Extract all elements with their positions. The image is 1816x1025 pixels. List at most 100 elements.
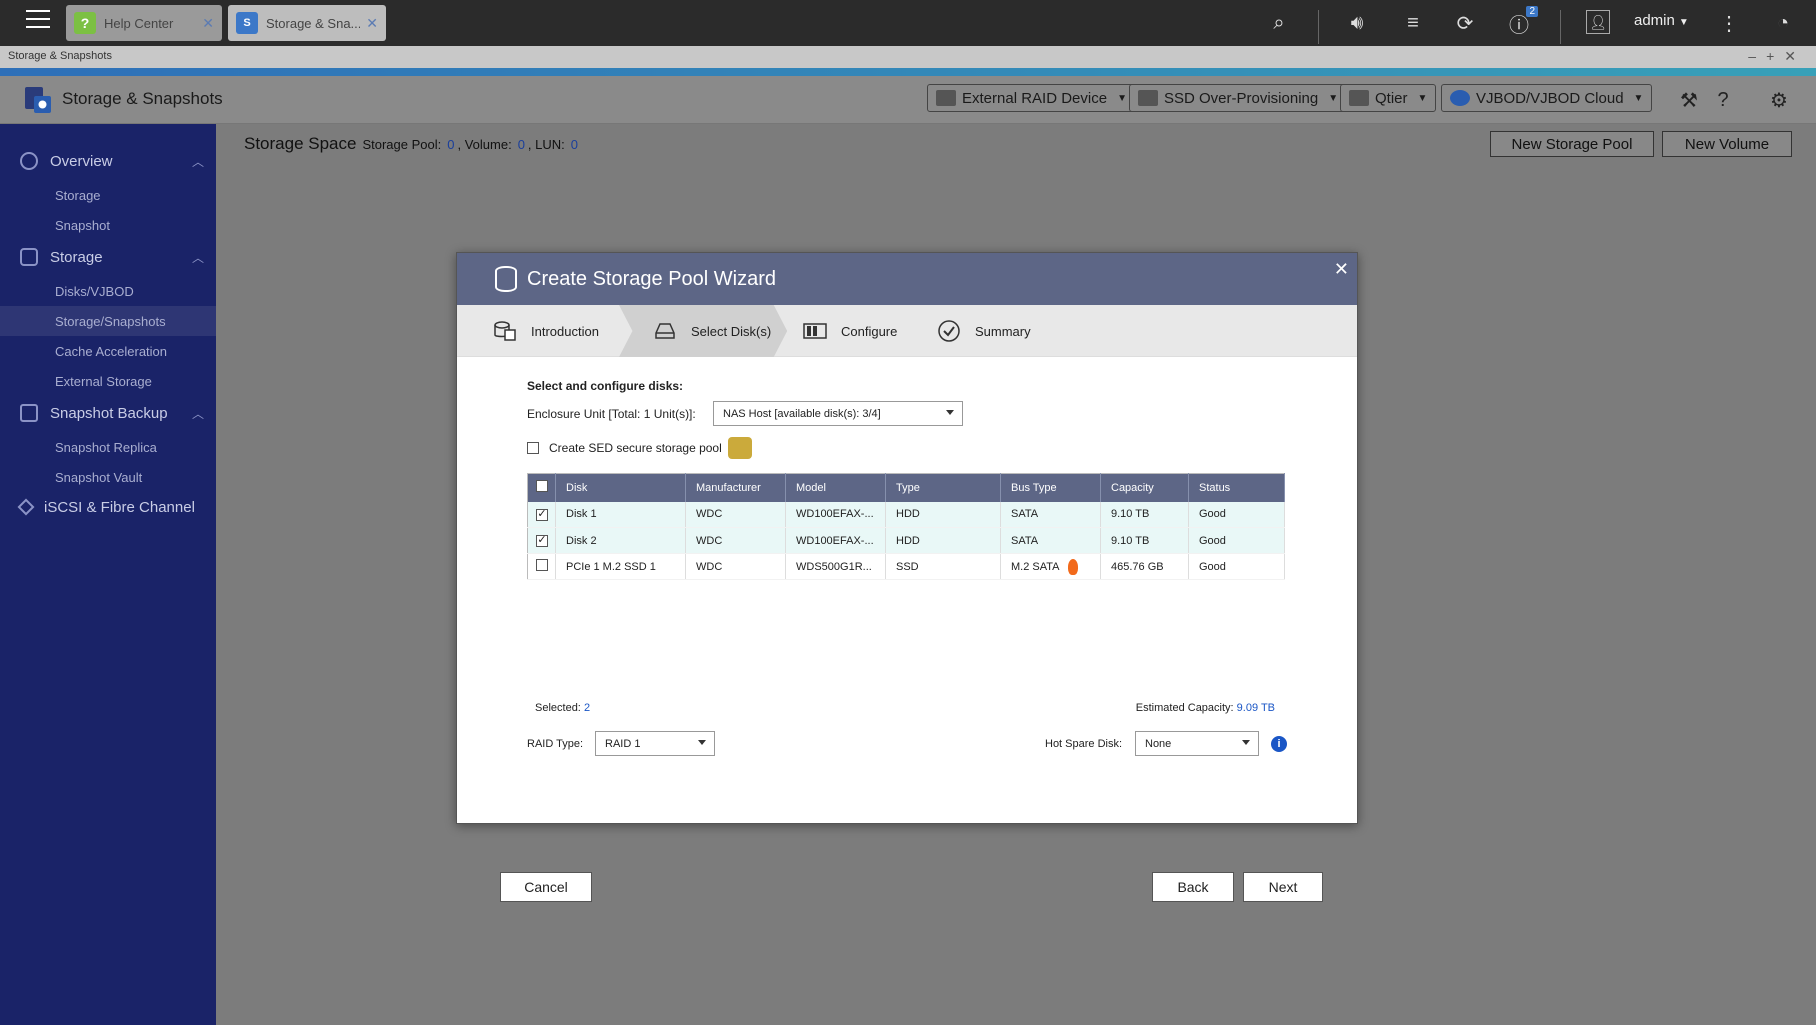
- column-header-status[interactable]: Status: [1188, 473, 1285, 502]
- notification-icon[interactable]: ⓘ 2: [1506, 6, 1538, 37]
- close-tab-icon[interactable]: ✕: [366, 15, 378, 32]
- introduction-icon: [493, 320, 517, 342]
- external-raid-icon: [936, 90, 956, 106]
- sidebar-item-snapshot-vault[interactable]: Snapshot Vault: [0, 462, 216, 492]
- disk-manufacturer: WDC: [685, 527, 786, 554]
- task-stack-icon[interactable]: ≡: [1400, 10, 1426, 36]
- overview-icon: [20, 152, 38, 170]
- sidebar-item-label: Snapshot Vault: [55, 469, 143, 485]
- estimated-label: Estimated Capacity:: [1135, 702, 1234, 714]
- row-checkbox-checked[interactable]: ✓: [536, 534, 548, 547]
- next-button[interactable]: Next: [1243, 872, 1323, 902]
- new-volume-button[interactable]: New Volume: [1662, 131, 1792, 157]
- lun-count[interactable]: 0: [571, 137, 578, 152]
- sidebar-item-external-storage[interactable]: External Storage: [0, 366, 216, 396]
- column-header-bus-type[interactable]: Bus Type: [1000, 473, 1101, 502]
- estimated-capacity: Estimated Capacity: 9.09 TB: [1136, 702, 1275, 714]
- sidebar-item-storage[interactable]: Storage: [0, 180, 216, 210]
- sidebar-item-disks-vjbod[interactable]: Disks/VJBOD: [0, 276, 216, 306]
- column-header-disk[interactable]: Disk: [555, 473, 686, 502]
- select-all-checkbox[interactable]: [536, 480, 548, 493]
- select-disks-heading: Select and configure disks:: [527, 379, 684, 393]
- step-configure: Configure: [803, 305, 897, 357]
- close-icon[interactable]: ✕: [1334, 259, 1349, 280]
- close-window-icon[interactable]: ✕: [1784, 48, 1806, 64]
- row-checkbox-cell: [527, 553, 556, 580]
- tools-icon[interactable]: ⚒: [1676, 87, 1702, 113]
- tab-help-center[interactable]: ? Help Center ✕: [66, 5, 222, 41]
- sidebar-group-overview[interactable]: Overview ︿: [0, 144, 216, 178]
- sidebar-group-label: Overview: [50, 152, 113, 170]
- dropdown-arrow-icon: [946, 410, 954, 415]
- search-icon[interactable]: ⌕: [1266, 10, 1292, 36]
- create-storage-pool-wizard: Create Storage Pool Wizard ✕ Introductio…: [456, 252, 1358, 902]
- wizard-body: Select and configure disks: Enclosure Un…: [457, 357, 1357, 902]
- estimated-value: 9.09 TB: [1236, 702, 1275, 714]
- step-introduction: Introduction: [493, 305, 613, 357]
- column-header-type[interactable]: Type: [885, 473, 1001, 502]
- ssd-icon: [1138, 90, 1158, 106]
- select-all-cell: [527, 473, 556, 502]
- user-avatar-icon[interactable]: 👤︎: [1586, 10, 1610, 34]
- storage-pool-icon: [495, 266, 517, 292]
- sidebar-item-storage-snapshots[interactable]: Storage/Snapshots: [0, 306, 216, 336]
- table-row[interactable]: PCIe 1 M.2 SSD 1 WDC WDS500G1R... SSD M.…: [527, 553, 1285, 580]
- step-label: Configure: [841, 323, 898, 339]
- settings-gear-icon[interactable]: ⚙: [1766, 87, 1792, 113]
- row-checkbox[interactable]: [536, 559, 548, 571]
- maximize-icon[interactable]: +: [1766, 48, 1784, 64]
- select-value: RAID 1: [605, 737, 641, 750]
- pool-count[interactable]: 0: [447, 137, 454, 152]
- help-icon[interactable]: ?: [1710, 87, 1736, 113]
- disk-model: WD100EFAX-...: [785, 501, 886, 528]
- chevron-down-icon: ▼: [1117, 92, 1127, 104]
- volume-icon[interactable]: 🔊︎: [1344, 10, 1370, 36]
- sidebar-item-label: External Storage: [55, 373, 152, 389]
- chevron-down-icon: ▼: [1633, 92, 1644, 104]
- sidebar-item-cache-acceleration[interactable]: Cache Acceleration: [0, 336, 216, 366]
- column-header-capacity[interactable]: Capacity: [1100, 473, 1189, 502]
- vjbod-cloud-dropdown[interactable]: VJBOD/VJBOD Cloud ▼: [1441, 84, 1653, 112]
- hot-spare-select[interactable]: None: [1135, 731, 1259, 756]
- tab-storage-snapshots[interactable]: S Storage & Sna... ✕: [228, 5, 386, 41]
- sidebar-group-storage[interactable]: Storage ︿: [0, 240, 216, 274]
- table-row[interactable]: ✓ Disk 1 WDC WD100EFAX-... HDD SATA 9.10…: [527, 501, 1285, 528]
- column-header-model[interactable]: Model: [785, 473, 886, 502]
- ssd-over-provisioning-dropdown[interactable]: SSD Over-Provisioning ▼: [1129, 84, 1348, 112]
- raid-type-select[interactable]: RAID 1: [595, 731, 715, 756]
- external-raid-device-dropdown[interactable]: External RAID Device ▼: [927, 84, 1136, 112]
- accent-bar: [0, 68, 1816, 76]
- sync-icon[interactable]: ⟳: [1452, 10, 1478, 36]
- user-menu[interactable]: admin ▼: [1634, 12, 1689, 29]
- sed-checkbox[interactable]: [527, 442, 539, 454]
- row-checkbox-checked[interactable]: ✓: [536, 508, 548, 521]
- close-tab-icon[interactable]: ✕: [202, 15, 214, 32]
- taskbar: ? Help Center ✕ S Storage & Sna... ✕ ⌕ 🔊…: [0, 0, 1816, 46]
- more-options-icon[interactable]: ⋮: [1716, 10, 1742, 36]
- storage-snapshots-logo-icon: [25, 87, 51, 113]
- column-header-manufacturer[interactable]: Manufacturer: [685, 473, 786, 502]
- snapshot-backup-icon: [20, 404, 38, 422]
- enclosure-unit-select[interactable]: NAS Host [available disk(s): 3/4]: [713, 401, 963, 426]
- table-row[interactable]: ✓ Disk 2 WDC WD100EFAX-... HDD SATA 9.10…: [527, 527, 1285, 554]
- sidebar-item-snapshot[interactable]: Snapshot: [0, 210, 216, 240]
- qtier-dropdown[interactable]: Qtier ▼: [1340, 84, 1437, 112]
- disk-name: Disk 1: [555, 501, 686, 528]
- dashboard-gauge-icon[interactable]: ◔: [1770, 10, 1796, 36]
- back-button[interactable]: Back: [1152, 872, 1234, 902]
- dropdown-arrow-icon: [1242, 740, 1250, 745]
- new-storage-pool-button[interactable]: New Storage Pool: [1490, 131, 1654, 157]
- sidebar-item-snapshot-replica[interactable]: Snapshot Replica: [0, 432, 216, 462]
- minimize-icon[interactable]: –: [1748, 48, 1766, 64]
- info-icon[interactable]: i: [1271, 736, 1287, 752]
- cancel-button[interactable]: Cancel: [500, 872, 592, 902]
- selected-summary: Selected: 2: [535, 702, 590, 714]
- select-value: None: [1145, 737, 1172, 750]
- sidebar-group-snapshot-backup[interactable]: Snapshot Backup ︿: [0, 396, 216, 430]
- sidebar-group-iscsi[interactable]: iSCSI & Fibre Channel: [0, 490, 216, 524]
- volume-count[interactable]: 0: [518, 137, 525, 152]
- sidebar-item-label: Storage/Snapshots: [55, 313, 166, 329]
- disk-bus-type-cell: M.2 SATA: [1000, 553, 1101, 580]
- sidebar-item-label: Cache Acceleration: [55, 343, 168, 359]
- main-menu-icon[interactable]: [26, 10, 50, 30]
